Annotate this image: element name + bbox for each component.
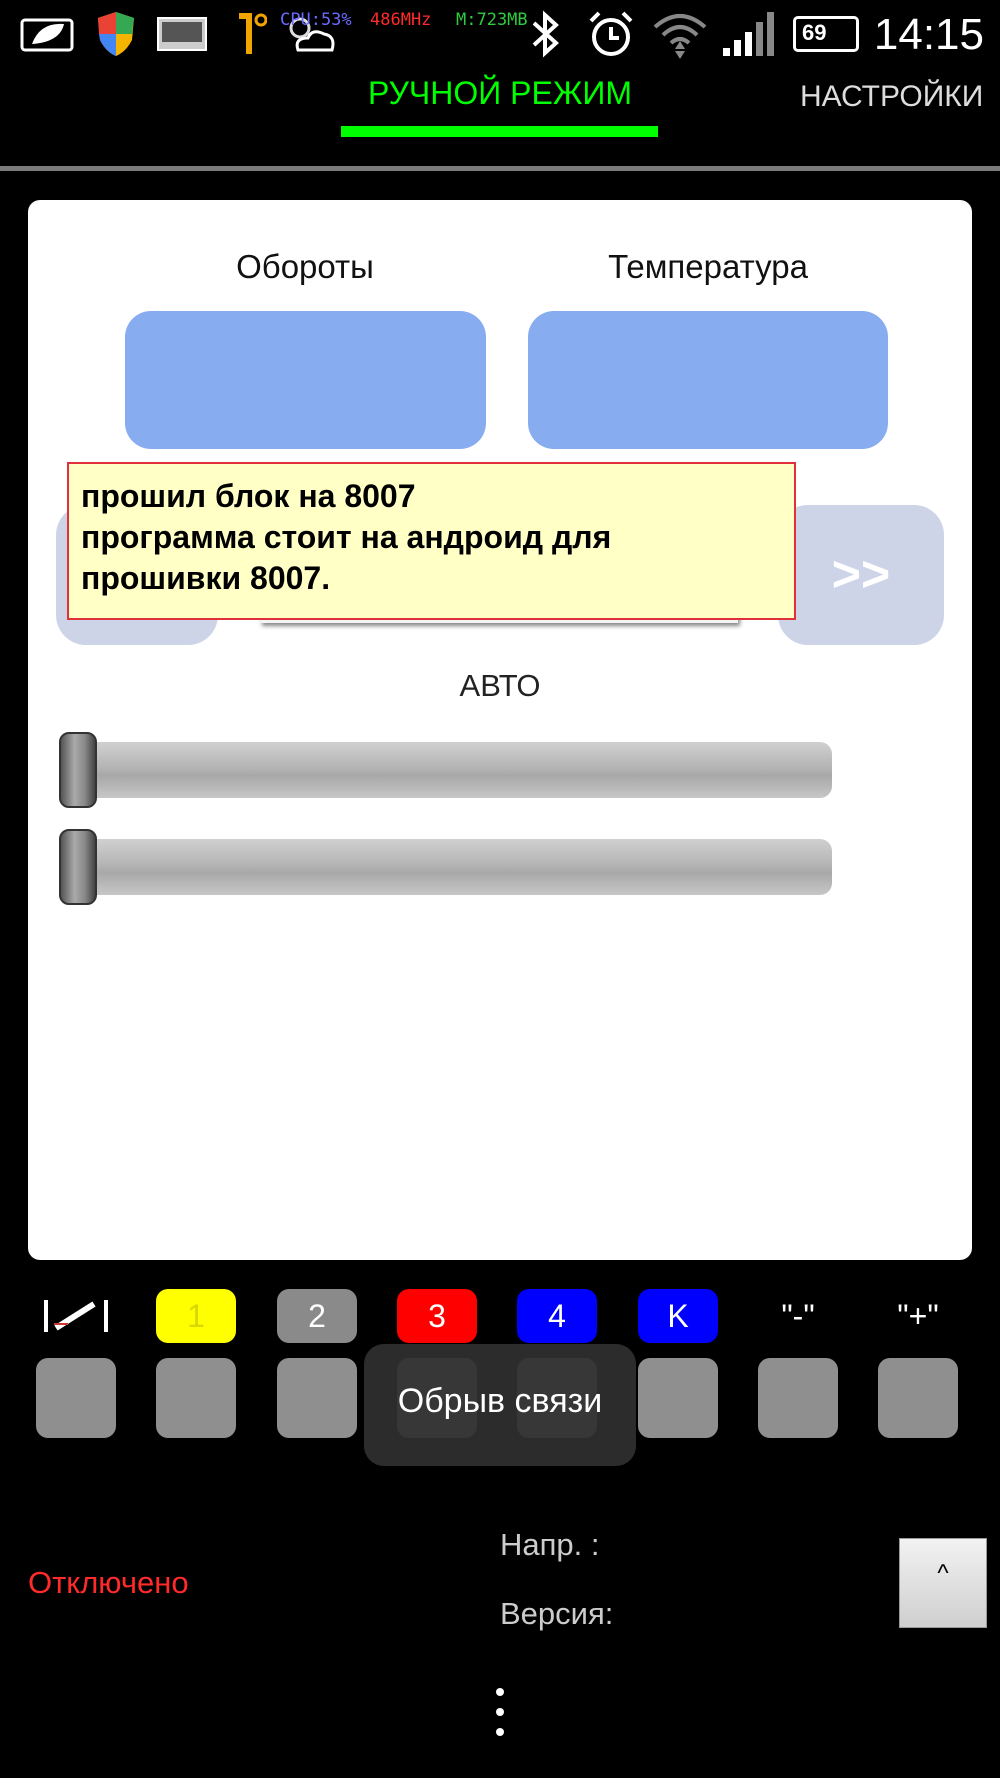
channel-all-icon [36,1289,116,1343]
signal-icon [718,8,776,60]
toast-message: Обрыв связи [364,1344,636,1466]
wifi-icon [650,8,710,60]
freq-readout: 486MHz [370,10,432,30]
temperature-label: Температура [608,248,808,285]
channel-3-label: 3 [397,1289,477,1343]
usb-icon [232,8,268,60]
channel-4-label: 4 [517,1289,597,1343]
channel-plus-button[interactable] [878,1358,958,1438]
next-button[interactable]: >> [778,505,944,645]
scroll-up-button[interactable]: ^ [899,1538,987,1628]
tab-settings[interactable]: НАСТРОЙКИ [800,80,983,114]
note-line: программа стоит на андроид для [81,519,612,555]
bluetooth-icon [525,8,565,60]
slider-2-track[interactable] [60,839,832,895]
channel-minus-button[interactable] [758,1358,838,1438]
slider-1-thumb[interactable] [59,732,97,808]
temperature-display [528,311,888,449]
channel-plus-label: "+" [878,1289,958,1343]
rpm-display [125,311,486,449]
battery-level: 69 [802,20,827,45]
note-line: прошивки 8007. [81,560,331,596]
channel-minus-label: "-" [758,1289,838,1343]
slider-2-thumb[interactable] [59,829,97,905]
channel-1-label: 1 [156,1289,236,1343]
tab-indicator [341,126,658,137]
slider-1-track[interactable] [60,742,832,798]
note-line: прошил блок на 8007 [81,478,416,514]
channel-2-button[interactable] [277,1358,357,1438]
auto-label: АВТО [459,668,541,703]
overflow-menu-icon[interactable] [480,1680,520,1750]
alarm-icon [584,8,638,60]
leaf-notification-icon [20,8,76,60]
connection-status: Отключено [28,1565,189,1600]
screenshot-icon [155,8,209,60]
rpm-label: Обороты [236,248,374,285]
status-bar: CPU:53% 486MHz M:723MB 69 14:15 [0,0,1000,70]
channel-k-button[interactable] [638,1358,718,1438]
tab-divider [0,166,1000,171]
toast-text: Обрыв связи [397,1382,603,1420]
cpu-readout: CPU:53% [280,10,352,30]
version-label: Версия: [500,1596,614,1631]
channel-1-button[interactable] [156,1358,236,1438]
mem-readout: M:723MB [456,10,528,30]
channel-2-label: 2 [277,1289,357,1343]
comment-note: прошил блок на 8007 программа стоит на а… [67,462,796,620]
status-clock: 14:15 [873,10,984,59]
tab-manual-mode[interactable]: РУЧНОЙ РЕЖИМ [340,75,660,112]
channel-all-button[interactable] [36,1358,116,1438]
voltage-label: Напр. : [500,1527,600,1562]
next-button-label: >> [831,546,891,602]
battery-icon: 69 [790,8,862,60]
channel-k-label: K [638,1289,718,1343]
shield-icon [92,8,140,60]
